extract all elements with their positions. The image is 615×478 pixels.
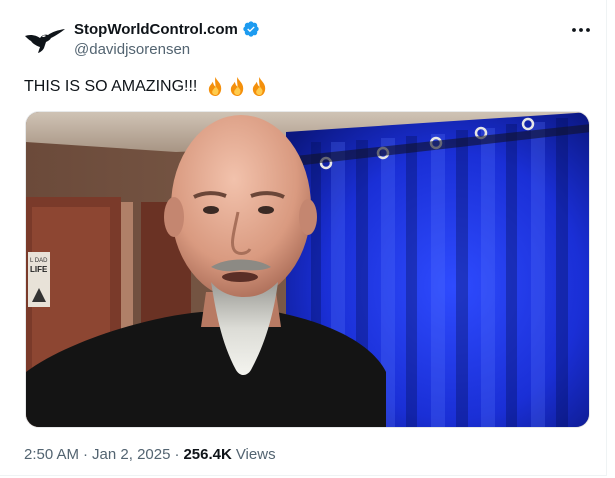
poster-text-life: LIFE xyxy=(30,265,48,274)
tweet-meta: 2:50 AM · Jan 2, 2025 · 256.4K Views xyxy=(24,446,276,463)
avatar[interactable] xyxy=(24,26,66,56)
eagle-logo-icon xyxy=(25,29,65,53)
more-options-button[interactable] xyxy=(566,18,596,42)
author-handle[interactable]: @davidjsorensen xyxy=(74,41,190,58)
meta-separator: · xyxy=(174,446,180,463)
fire-emoji-icon xyxy=(209,77,222,96)
tweet-text: THIS IS SO AMAZING!!! xyxy=(24,76,269,97)
tweet-card[interactable]: StopWorldControl.com @davidjsorensen THI… xyxy=(0,0,607,476)
views-label: Views xyxy=(235,446,276,463)
tweet-time[interactable]: 2:50 AM xyxy=(24,446,79,463)
tweet-text-content: THIS IS SO AMAZING!!! xyxy=(24,77,198,95)
views-count: 256.4K xyxy=(183,446,232,463)
display-name[interactable]: StopWorldControl.com xyxy=(74,21,238,38)
tweet-video[interactable]: L DAD LIFE xyxy=(25,111,590,428)
fire-emoji-icon xyxy=(253,77,266,96)
tweet-date[interactable]: Jan 2, 2025 xyxy=(92,446,170,463)
author-name-row[interactable]: StopWorldControl.com xyxy=(74,20,260,38)
more-options-icon xyxy=(572,28,590,32)
verified-badge-icon xyxy=(242,20,260,38)
poster-text: L DAD xyxy=(30,258,48,264)
meta-separator: · xyxy=(83,446,89,463)
video-frame: L DAD LIFE xyxy=(26,112,589,427)
fire-emoji-icon xyxy=(231,77,244,96)
